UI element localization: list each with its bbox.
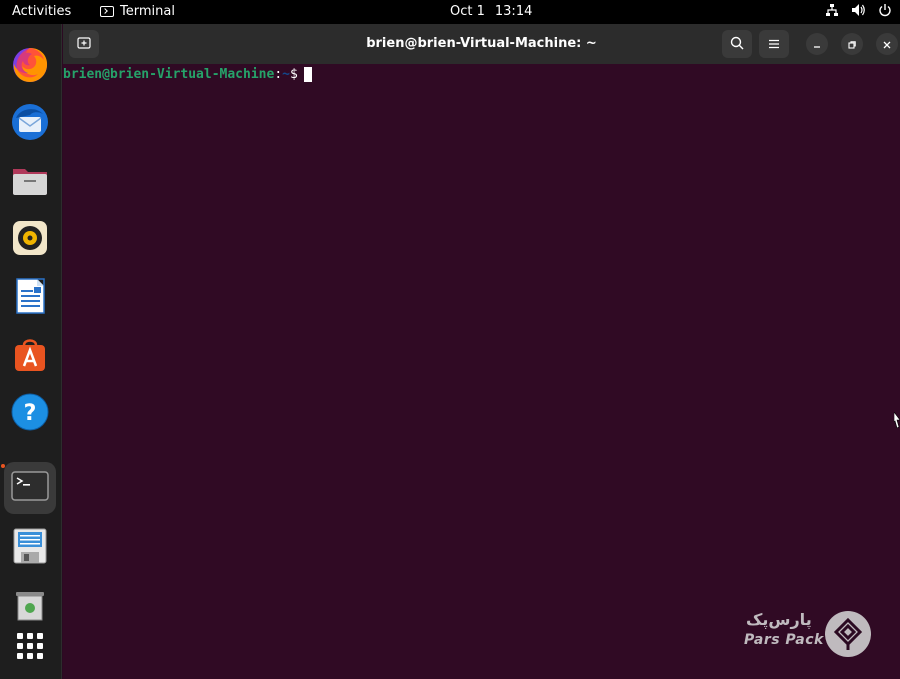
activities-button[interactable]: Activities: [12, 4, 71, 19]
hamburger-menu-icon: [768, 35, 780, 54]
parspack-logo-icon: [824, 610, 872, 662]
clock[interactable]: Oct 1 13:14: [450, 4, 532, 19]
system-tray[interactable]: [825, 3, 892, 17]
header-bar: brien@brien-Virtual-Machine: ~: [63, 24, 900, 64]
power-icon[interactable]: [878, 3, 892, 17]
help-icon: ?: [10, 392, 50, 436]
prompt-separator: :: [274, 67, 283, 82]
search-button[interactable]: [722, 30, 752, 58]
rhythmbox-icon: [10, 218, 50, 262]
terminal-window: brien@brien-Virtual-Machine: ~ brien@bri…: [63, 24, 900, 679]
close-button[interactable]: [876, 33, 898, 55]
prompt-path: ~: [282, 67, 290, 82]
new-tab-icon: [77, 35, 91, 54]
dock-item-save[interactable]: [4, 522, 56, 574]
terminal-small-icon: [100, 6, 114, 17]
watermark: پارس‌پک Pars Pack: [740, 610, 875, 660]
mouse-pointer-icon: [893, 411, 900, 432]
dock-item-libreoffice-writer[interactable]: [4, 272, 56, 324]
thunderbird-icon: [10, 102, 50, 146]
minimize-button[interactable]: [806, 33, 828, 55]
dock-item-show-apps[interactable]: [4, 622, 56, 674]
dock-item-help[interactable]: ?: [4, 388, 56, 440]
restore-button[interactable]: [841, 33, 863, 55]
app-menu-label: Terminal: [120, 4, 175, 19]
text-cursor: [303, 67, 312, 82]
dock-item-terminal[interactable]: [4, 462, 56, 514]
dock-item-files[interactable]: [4, 156, 56, 208]
prompt-line: brien@brien-Virtual-Machine: ~ $: [63, 67, 900, 82]
dock-item-firefox[interactable]: [4, 40, 56, 92]
new-tab-button[interactable]: [69, 30, 99, 58]
close-icon: [882, 35, 892, 54]
terminal-content[interactable]: brien@brien-Virtual-Machine: ~ $: [63, 64, 900, 679]
grid-icon: [15, 631, 45, 665]
dock-item-app-center[interactable]: [4, 330, 56, 382]
app-center-icon: [10, 334, 50, 378]
volume-icon[interactable]: [851, 3, 866, 17]
prompt-user-host: brien@brien-Virtual-Machine: [63, 67, 275, 82]
search-icon: [730, 35, 744, 54]
watermark-en-text: Pars Pack: [744, 632, 824, 648]
top-bar: Activities Terminal Oct 1 13:14: [0, 0, 900, 24]
writer-icon: [10, 276, 50, 320]
watermark-fa-text: پارس‌پک: [746, 610, 812, 629]
clock-date: Oct 1: [450, 4, 485, 19]
prompt-symbol: $: [289, 67, 298, 82]
dock-item-thunderbird[interactable]: [4, 98, 56, 150]
restore-icon: [847, 35, 857, 54]
dock-item-rhythmbox[interactable]: [4, 214, 56, 266]
network-icon[interactable]: [825, 3, 839, 17]
clock-time: 13:14: [494, 4, 533, 19]
menu-button[interactable]: [759, 30, 789, 58]
minimize-icon: [812, 35, 822, 54]
svg-text:?: ?: [24, 401, 37, 426]
firefox-icon: [10, 44, 50, 88]
running-indicator: [1, 464, 5, 468]
app-menu[interactable]: Terminal: [100, 4, 175, 19]
files-icon: [10, 160, 50, 204]
floppy-icon: [10, 526, 50, 570]
dock: ?: [0, 24, 62, 679]
terminal-icon: [10, 466, 50, 510]
